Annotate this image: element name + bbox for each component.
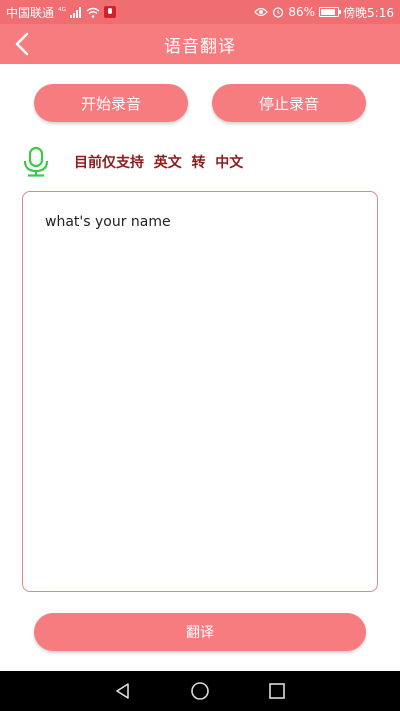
- circle-home-icon: [191, 682, 209, 700]
- page-title: 语音翻译: [164, 36, 236, 57]
- eye-icon: [254, 7, 269, 17]
- nav-recents-button[interactable]: [265, 679, 289, 703]
- signal-icon: [70, 6, 82, 18]
- transcript-textarea[interactable]: what's your name: [22, 191, 378, 592]
- network-type: ⁴ᴳ: [58, 7, 67, 17]
- battery-icon: [319, 7, 342, 17]
- chevron-left-icon: [15, 32, 29, 56]
- microphone-icon: [22, 146, 50, 177]
- nav-back-button[interactable]: [111, 679, 135, 703]
- carrier-label: 中国联通: [6, 5, 55, 20]
- triangle-back-icon: [116, 683, 130, 699]
- wifi-icon: [86, 7, 100, 18]
- app-bar: 语音翻译: [0, 24, 400, 64]
- alarm-icon: [272, 6, 284, 18]
- stop-recording-button[interactable]: 停止录音: [212, 84, 366, 122]
- clock-time: 傍晚5:16: [343, 5, 394, 20]
- status-right: 86% 傍晚5:16: [254, 4, 394, 21]
- start-recording-button[interactable]: 开始录音: [34, 84, 188, 122]
- support-language-label: 目前仅支持 英文 转 中文: [74, 155, 244, 171]
- navigation-bar: [0, 671, 400, 711]
- nav-home-button[interactable]: [188, 679, 212, 703]
- square-recents-icon: [268, 683, 285, 699]
- battery-percent: 86%: [288, 5, 316, 19]
- recording-indicator-icon: [104, 6, 117, 18]
- translate-button[interactable]: 翻译: [34, 613, 366, 651]
- status-left: 中国联通 ⁴ᴳ: [6, 4, 117, 21]
- status-bar: 中国联通 ⁴ᴳ 86% 傍晚5:16: [0, 0, 400, 24]
- back-button[interactable]: [8, 30, 36, 58]
